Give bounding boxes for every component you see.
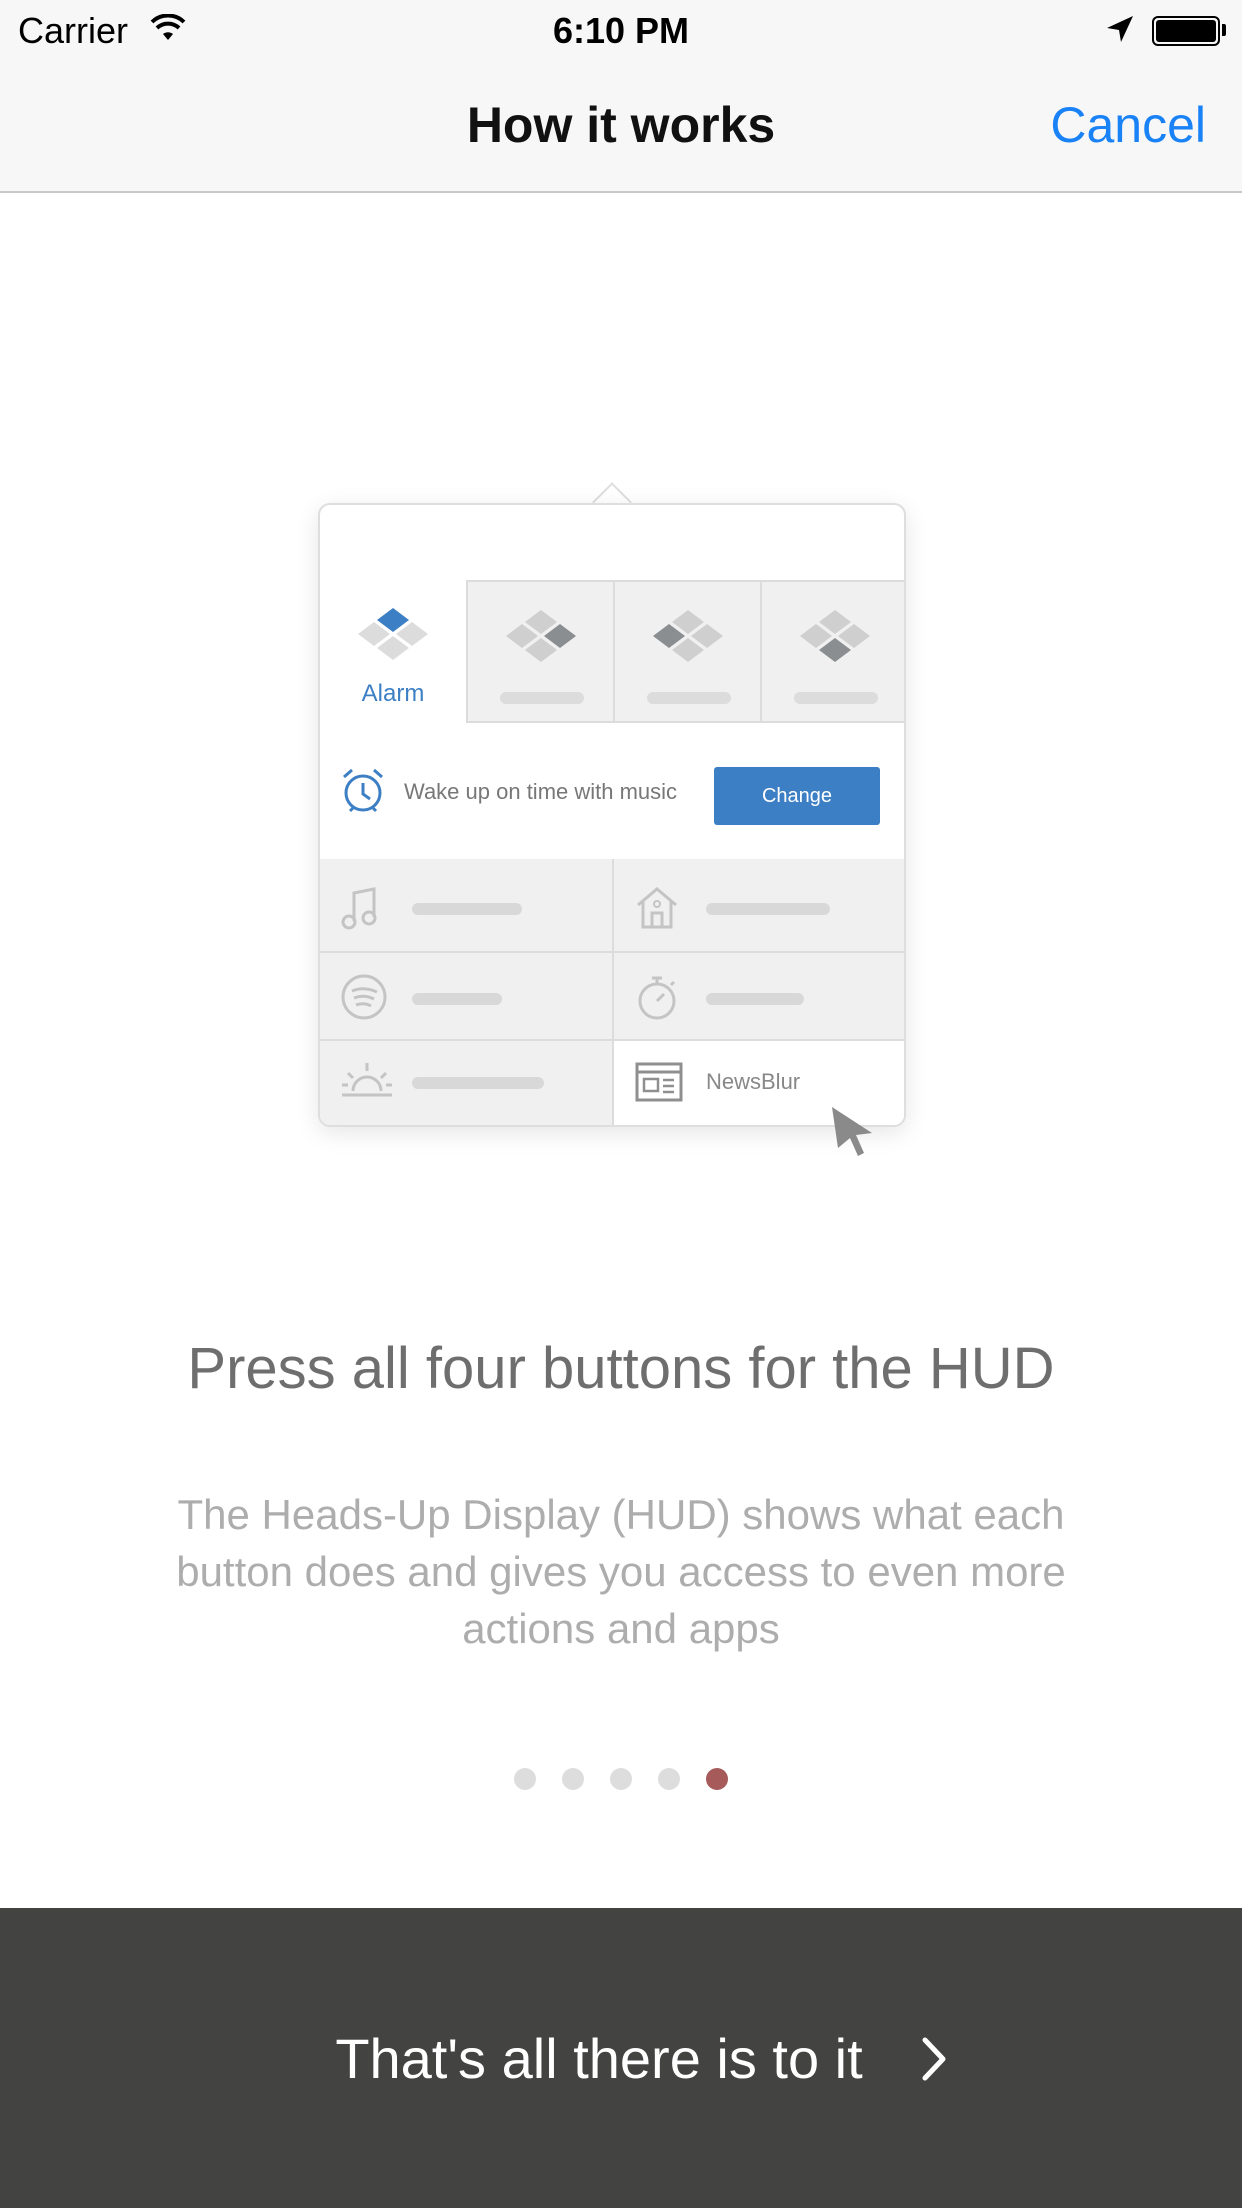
hud-tab-alarm: Alarm: [320, 580, 466, 723]
alarm-clock-icon: [343, 768, 383, 813]
newspaper-icon: [635, 1062, 683, 1102]
grid-cell-home: [612, 859, 904, 953]
hud-tabs: Alarm: [320, 580, 904, 723]
stopwatch-icon: [638, 976, 676, 1020]
page-indicator[interactable]: [0, 1768, 1242, 1792]
diamond-icon: [653, 610, 723, 662]
placeholder-bar: [412, 1077, 544, 1089]
hud-tab-2: [466, 580, 614, 723]
house-icon: [637, 887, 677, 929]
cursor-icon: [832, 1107, 872, 1156]
grid-cell-music: [320, 859, 612, 953]
top-bar: Carrier 6:10 PM How it works Cancel: [0, 0, 1242, 193]
diamond-icon: [358, 608, 428, 660]
page-dot[interactable]: [610, 1768, 632, 1790]
status-bar: Carrier 6:10 PM: [0, 0, 1242, 60]
placeholder-bar: [412, 993, 502, 1005]
tab-placeholder-bar: [794, 692, 878, 704]
continue-label: That's all there is to it: [335, 2027, 863, 2090]
body-text: The Heads-Up Display (HUD) shows what ea…: [176, 1491, 1066, 1652]
page-dot[interactable]: [562, 1768, 584, 1790]
cancel-button[interactable]: Cancel: [1050, 96, 1206, 154]
grid-cell-spotify: [320, 953, 612, 1041]
location-arrow-icon: [1107, 16, 1133, 42]
grid-cell-timer: [612, 953, 904, 1041]
status-time: 6:10 PM: [552, 10, 690, 51]
headline: Press all four buttons for the HUD: [187, 1336, 1055, 1401]
diamond-icon: [506, 610, 576, 662]
sunrise-icon: [342, 1063, 392, 1097]
alarm-description: Wake up on time with music: [404, 779, 678, 804]
placeholder-bar: [412, 903, 522, 915]
page-dot-active[interactable]: [706, 1768, 728, 1790]
hud-tab-4: [760, 580, 904, 723]
spotify-icon: [341, 974, 387, 1020]
battery-tip: [1222, 24, 1226, 36]
tab-placeholder-bar: [500, 692, 584, 704]
change-button-illustration: Change: [714, 767, 880, 825]
continue-button[interactable]: That's all there is to it: [0, 1908, 1242, 2208]
placeholder-bar: [706, 903, 830, 915]
battery-icon: [1152, 16, 1220, 46]
page-dot[interactable]: [658, 1768, 680, 1790]
hud-alarm-row: Wake up on time with music Change: [320, 723, 904, 861]
hud-illustration: Alarm Wake up on time with music Change …: [318, 503, 906, 1127]
newsblur-label: NewsBlur: [706, 1069, 801, 1094]
page-dot[interactable]: [514, 1768, 536, 1790]
grid-cell-sunrise: [320, 1041, 612, 1125]
music-note-icon: [341, 887, 377, 930]
placeholder-bar: [706, 993, 804, 1005]
chevron-right-icon: [922, 2037, 946, 2081]
diamond-icon: [800, 610, 870, 662]
hud-app-grid: NewsBlur: [320, 859, 904, 1125]
hud-tab-label: Alarm: [361, 680, 425, 707]
tab-placeholder-bar: [647, 692, 731, 704]
hud-tab-3: [613, 580, 761, 723]
